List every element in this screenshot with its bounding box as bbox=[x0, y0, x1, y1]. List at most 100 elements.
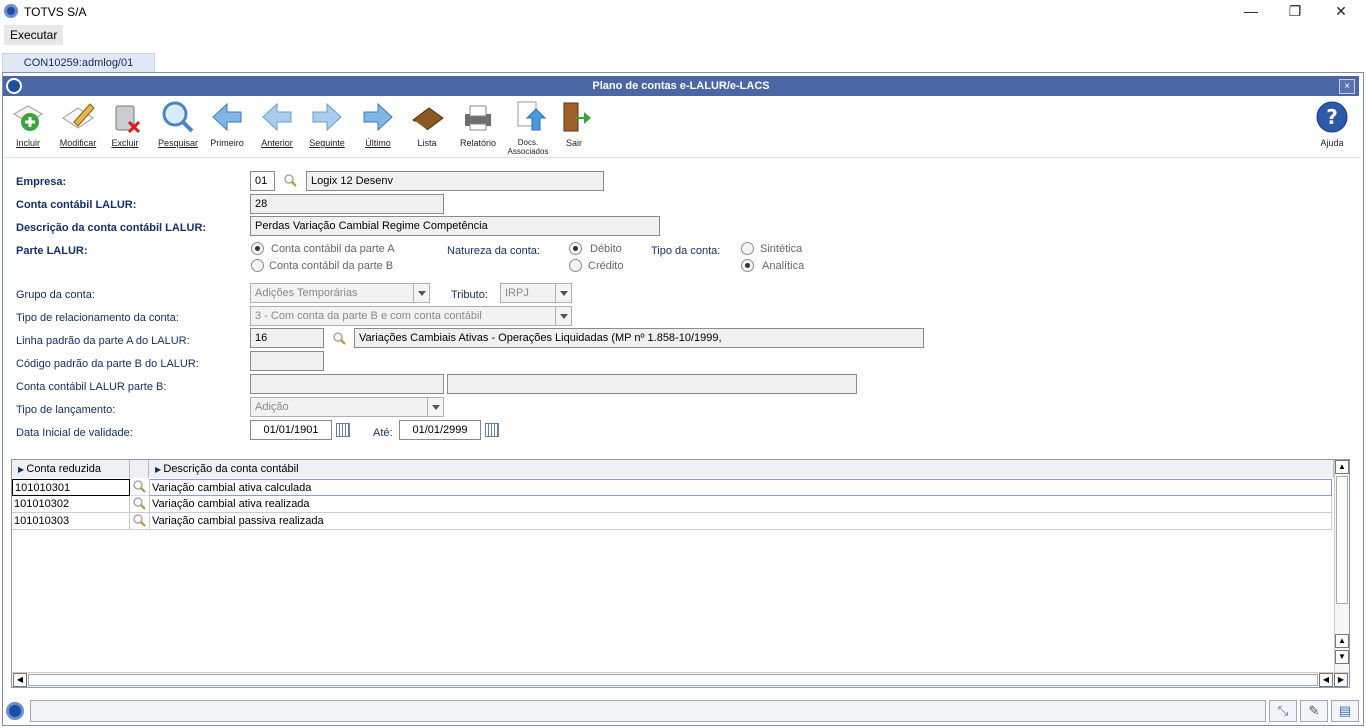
tipo-lanc-value: Adição bbox=[255, 401, 289, 413]
panel-title: Plano de contas e-LALUR/e-LACS bbox=[3, 76, 1359, 96]
modificar-button[interactable]: Modificar bbox=[54, 100, 102, 156]
tipo-rel-label: Tipo de relacionamento da conta: bbox=[16, 312, 179, 324]
descricao-field[interactable]: Perdas Variação Cambial Regime Competênc… bbox=[250, 216, 660, 236]
chevron-down-icon bbox=[555, 307, 571, 325]
restore-button[interactable]: ❐ bbox=[1272, 0, 1318, 24]
tipo-rel-select[interactable]: 3 - Com conta da parte B e com conta con… bbox=[250, 306, 572, 326]
conta-lalur-field[interactable]: 28 bbox=[250, 194, 444, 214]
lista-button[interactable]: Lista bbox=[403, 100, 451, 156]
tributo-label: Tributo: bbox=[451, 289, 488, 301]
parte-a-radio[interactable] bbox=[251, 242, 264, 255]
seguinte-button[interactable]: Seguinte bbox=[303, 100, 351, 156]
chat-message-icon[interactable]: ▤ bbox=[1331, 700, 1359, 722]
tipo-conta-label: Tipo da conta: bbox=[651, 245, 721, 257]
scroll-right-icon[interactable]: ▶ bbox=[1334, 673, 1348, 687]
chevron-down-icon bbox=[427, 398, 443, 416]
sair-button[interactable]: Sair bbox=[550, 100, 598, 156]
menu-executar[interactable]: Executar bbox=[4, 25, 64, 45]
data-final-field[interactable]: 01/01/2999 bbox=[399, 420, 481, 440]
data-inicial-field[interactable]: 01/01/1901 bbox=[250, 420, 332, 440]
primeiro-button[interactable]: Primeiro bbox=[203, 100, 251, 156]
printer-icon bbox=[465, 105, 491, 131]
empresa-search-icon[interactable] bbox=[283, 173, 297, 187]
ultimo-button[interactable]: Último bbox=[354, 100, 402, 156]
incluir-button[interactable]: Incluir bbox=[4, 100, 52, 156]
docs-label-line1: Docs. bbox=[517, 138, 539, 147]
anterior-label: Anterior bbox=[261, 138, 293, 148]
parte-b-radio[interactable] bbox=[251, 259, 264, 272]
excluir-label: Excluir bbox=[111, 138, 139, 148]
analitica-radio[interactable] bbox=[741, 259, 754, 272]
credito-radio[interactable] bbox=[569, 259, 582, 272]
grupo-label: Grupo da conta: bbox=[16, 289, 95, 301]
linha-desc-field: Variações Cambiais Ativas - Operações Li… bbox=[354, 328, 924, 348]
book-list-icon bbox=[412, 107, 444, 132]
row-search-icon[interactable] bbox=[130, 479, 149, 496]
table-row-conta[interactable]: 101010302 bbox=[12, 496, 130, 513]
table-row-conta[interactable]: 101010301 bbox=[12, 479, 130, 496]
linha-search-icon[interactable] bbox=[332, 331, 346, 345]
calendar-icon[interactable] bbox=[336, 423, 350, 437]
close-window-button[interactable]: ✕ bbox=[1318, 0, 1364, 24]
calendar-icon[interactable] bbox=[485, 423, 499, 437]
credito-label: Crédito bbox=[588, 260, 624, 272]
help-question-icon: ? bbox=[1316, 101, 1348, 133]
row-search-icon[interactable] bbox=[130, 496, 149, 513]
tipo-rel-value: 3 - Com conta da parte B e com conta con… bbox=[255, 310, 482, 322]
sair-label: Sair bbox=[565, 138, 582, 148]
docs-associados-button[interactable]: Docs. Associados bbox=[504, 100, 552, 156]
pesquisar-button[interactable]: Pesquisar bbox=[154, 100, 202, 156]
empresa-code-field[interactable]: 01 bbox=[250, 171, 275, 191]
scroll-up-icon[interactable]: ▲ bbox=[1335, 460, 1349, 474]
lista-label: Lista bbox=[417, 138, 437, 148]
add-document-icon bbox=[12, 105, 44, 131]
sintetica-radio[interactable] bbox=[741, 242, 754, 255]
ajuda-button[interactable]: ? Ajuda bbox=[1308, 100, 1356, 156]
panel-close-button[interactable]: × bbox=[1339, 79, 1355, 94]
scroll-left-icon[interactable]: ◀ bbox=[13, 673, 27, 687]
tab-con10259[interactable]: CON10259:admlog/01 bbox=[2, 53, 155, 73]
grupo-value: Adições Temporárias bbox=[255, 287, 358, 299]
totvs-logo-icon bbox=[6, 78, 22, 94]
grid-header-conta[interactable]: ▶ Conta reduzida bbox=[12, 460, 130, 478]
descricao-label: Descrição da conta contábil LALUR: bbox=[16, 222, 207, 234]
ate-label: Até: bbox=[373, 427, 393, 439]
relatorio-button[interactable]: Relatório bbox=[454, 100, 502, 156]
minimize-button[interactable]: — bbox=[1228, 0, 1274, 24]
status-logo-icon bbox=[6, 702, 24, 720]
row-search-icon[interactable] bbox=[130, 513, 149, 530]
debito-radio[interactable] bbox=[569, 242, 582, 255]
keyboard-edit-icon[interactable]: ✎ bbox=[1300, 700, 1328, 722]
parte-a-label: Conta contábil da parte A bbox=[271, 243, 395, 255]
magnifier-search-icon bbox=[162, 101, 194, 133]
docs-label-line2: Associados bbox=[507, 147, 549, 156]
anterior-button[interactable]: Anterior bbox=[253, 100, 301, 156]
next-record-icon bbox=[312, 102, 342, 132]
table-row-descricao: Variação cambial ativa calculada bbox=[149, 479, 1332, 496]
conta-b-code-field[interactable] bbox=[250, 374, 444, 394]
scroll-up-icon[interactable]: ▲ bbox=[1335, 634, 1349, 648]
resize-arrows-icon[interactable]: ⤡ bbox=[1269, 700, 1297, 722]
menu-bar bbox=[0, 24, 1366, 46]
document-upload-icon bbox=[517, 101, 546, 131]
tributo-select[interactable]: IRPJ bbox=[500, 283, 572, 303]
seguinte-label: Seguinte bbox=[309, 138, 345, 148]
first-record-icon bbox=[212, 102, 242, 132]
tipo-lanc-select[interactable]: Adição bbox=[250, 397, 444, 417]
codigo-b-field[interactable] bbox=[250, 351, 324, 371]
scroll-left-icon[interactable]: ◀ bbox=[1319, 673, 1333, 687]
scroll-thumb[interactable] bbox=[1336, 476, 1348, 604]
table-row-conta[interactable]: 101010303 bbox=[12, 513, 130, 530]
excluir-button[interactable]: Excluir bbox=[101, 100, 149, 156]
primeiro-label: Primeiro bbox=[210, 138, 244, 148]
linha-code-field[interactable]: 16 bbox=[250, 328, 324, 348]
table-row-descricao: Variação cambial passiva realizada bbox=[149, 513, 1332, 530]
grupo-select[interactable]: Adições Temporárias bbox=[250, 283, 430, 303]
conta-b-label: Conta contábil LALUR parte B: bbox=[16, 381, 167, 393]
grid-header-descricao[interactable]: ▶ Descrição da conta contábil bbox=[149, 460, 1334, 478]
table-row-descricao: Variação cambial ativa realizada bbox=[149, 496, 1332, 513]
hscroll-thumb[interactable] bbox=[28, 674, 1318, 686]
scroll-down-icon[interactable]: ▼ bbox=[1335, 650, 1349, 664]
empresa-name-field: Logix 12 Desenv bbox=[306, 171, 604, 191]
edit-pencil-icon bbox=[62, 103, 95, 129]
